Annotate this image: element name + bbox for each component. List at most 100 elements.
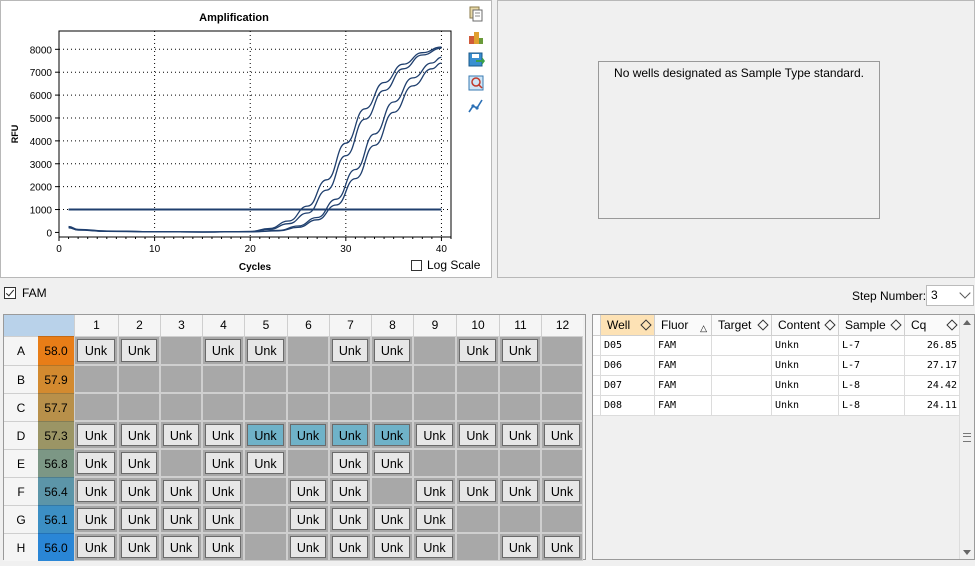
plate-cell[interactable]: Unk: [499, 477, 541, 505]
plate-cell[interactable]: Unk: [244, 336, 287, 365]
column-header-cq[interactable]: Cq: [905, 315, 961, 336]
plate-cell[interactable]: Unk: [329, 477, 371, 505]
table-cell-target[interactable]: [712, 336, 772, 356]
row-header-g[interactable]: G: [4, 505, 38, 533]
plate-cell[interactable]: [541, 449, 583, 477]
plate-cell[interactable]: Unk: [160, 533, 202, 561]
table-cell-cq[interactable]: 24.42: [905, 376, 961, 396]
plate-cell[interactable]: Unk: [202, 505, 244, 533]
plate-cell[interactable]: Unk: [329, 533, 371, 561]
well-f02[interactable]: Unk: [121, 480, 157, 502]
table-cell-target[interactable]: [712, 356, 772, 376]
table-cell-target[interactable]: [712, 376, 772, 396]
well-f10[interactable]: Unk: [459, 480, 496, 502]
column-header-1[interactable]: 1: [74, 315, 118, 336]
plate-cell[interactable]: [202, 365, 244, 393]
plate-cell[interactable]: Unk: [118, 421, 160, 449]
plate-cell[interactable]: Unk: [244, 421, 287, 449]
plate-cell[interactable]: Unk: [118, 533, 160, 561]
plate-cell[interactable]: [118, 393, 160, 421]
plate-cell[interactable]: Unk: [413, 505, 456, 533]
sort-icon[interactable]: [757, 319, 769, 331]
plate-cell[interactable]: Unk: [413, 533, 456, 561]
plate-cell[interactable]: Unk: [244, 449, 287, 477]
plate-cell[interactable]: [499, 365, 541, 393]
well-a10[interactable]: Unk: [459, 339, 496, 362]
well-a08[interactable]: Unk: [374, 339, 410, 362]
plate-cell[interactable]: Unk: [287, 421, 329, 449]
plate-cell[interactable]: [456, 365, 499, 393]
well-d04[interactable]: Unk: [205, 424, 241, 446]
well-g01[interactable]: Unk: [77, 508, 115, 530]
plate-cell[interactable]: Unk: [202, 477, 244, 505]
plate-cell[interactable]: [244, 505, 287, 533]
plate-cell[interactable]: Unk: [160, 421, 202, 449]
plate-cell[interactable]: [413, 393, 456, 421]
plate-cell[interactable]: Unk: [371, 421, 413, 449]
well-h08[interactable]: Unk: [374, 536, 410, 558]
well-d10[interactable]: Unk: [459, 424, 496, 446]
plate-cell[interactable]: Unk: [74, 421, 118, 449]
log-scale-toggle[interactable]: Log Scale: [411, 258, 480, 272]
well-g06[interactable]: Unk: [290, 508, 326, 530]
plate-cell[interactable]: [541, 393, 583, 421]
plate-cell[interactable]: Unk: [118, 477, 160, 505]
plate-cell[interactable]: Unk: [118, 449, 160, 477]
plate-cell[interactable]: Unk: [456, 421, 499, 449]
well-d03[interactable]: Unk: [163, 424, 199, 446]
save-icon[interactable]: [467, 51, 485, 69]
sort-icon[interactable]: [946, 319, 958, 331]
table-cell-content[interactable]: Unkn: [772, 396, 839, 416]
well-f12[interactable]: Unk: [544, 480, 580, 502]
well-h11[interactable]: Unk: [502, 536, 538, 558]
row-selector-header[interactable]: [593, 315, 601, 336]
well-a11[interactable]: Unk: [502, 339, 538, 362]
table-cell-well[interactable]: D06: [601, 356, 655, 376]
plate-cell[interactable]: Unk: [202, 533, 244, 561]
well-e04[interactable]: Unk: [205, 452, 241, 474]
table-cell-fluor[interactable]: FAM: [655, 376, 712, 396]
well-e08[interactable]: Unk: [374, 452, 410, 474]
table-cell-fluor[interactable]: FAM: [655, 396, 712, 416]
plate-cell[interactable]: [160, 393, 202, 421]
well-f01[interactable]: Unk: [77, 480, 115, 502]
plate-cell[interactable]: Unk: [413, 421, 456, 449]
plate-cell[interactable]: Unk: [160, 505, 202, 533]
well-h07[interactable]: Unk: [332, 536, 368, 558]
row-selector[interactable]: [593, 376, 601, 396]
row-header-e[interactable]: E: [4, 449, 38, 477]
well-a07[interactable]: Unk: [332, 339, 368, 362]
plate-cell[interactable]: Unk: [329, 336, 371, 365]
plate-cell[interactable]: [371, 477, 413, 505]
well-f09[interactable]: Unk: [416, 480, 453, 502]
plate-cell[interactable]: Unk: [541, 477, 583, 505]
plate-corner[interactable]: [4, 315, 74, 336]
plate-cell[interactable]: [371, 393, 413, 421]
step-number-select[interactable]: 3: [926, 285, 974, 306]
well-h04[interactable]: Unk: [205, 536, 241, 558]
table-cell-sample[interactable]: L-8: [839, 376, 905, 396]
table-cell-sample[interactable]: L-7: [839, 336, 905, 356]
row-selector[interactable]: [593, 396, 601, 416]
well-e07[interactable]: Unk: [332, 452, 368, 474]
plate-cell[interactable]: [499, 505, 541, 533]
plate-cell[interactable]: Unk: [202, 421, 244, 449]
plate-cell[interactable]: [160, 336, 202, 365]
plate-cell[interactable]: [74, 393, 118, 421]
plate-cell[interactable]: Unk: [499, 421, 541, 449]
vertical-scrollbar[interactable]: [959, 315, 974, 559]
export-icon[interactable]: [467, 28, 485, 46]
row-selector[interactable]: [593, 356, 601, 376]
column-header-3[interactable]: 3: [160, 315, 202, 336]
table-cell-sample[interactable]: L-8: [839, 396, 905, 416]
plate-cell[interactable]: [413, 365, 456, 393]
plate-cell[interactable]: Unk: [202, 449, 244, 477]
table-cell-content[interactable]: Unkn: [772, 336, 839, 356]
log-scale-checkbox[interactable]: [411, 259, 422, 271]
table-cell-well[interactable]: D07: [601, 376, 655, 396]
plate-cell[interactable]: [244, 393, 287, 421]
well-h12[interactable]: Unk: [544, 536, 580, 558]
column-header-7[interactable]: 7: [329, 315, 371, 336]
table-cell-cq[interactable]: 26.85: [905, 336, 961, 356]
plate-cell[interactable]: [244, 533, 287, 561]
